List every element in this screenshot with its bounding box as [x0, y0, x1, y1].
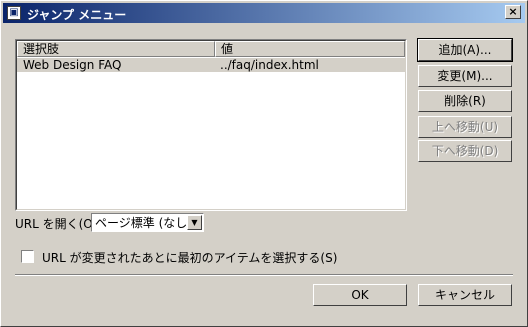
move-down-button[interactable]: 下へ移動(D)	[418, 140, 512, 162]
url-open-label: URL を開く(O):	[15, 217, 102, 231]
row-value: ../faq/index.html	[220, 58, 319, 72]
add-button[interactable]: 追加(A)...	[417, 38, 513, 62]
delete-button[interactable]: 削除(R)	[418, 90, 512, 112]
app-icon: ▣	[7, 6, 21, 20]
choices-list[interactable]: 選択肢 値 Web Design FAQ ../faq/index.html	[15, 39, 407, 211]
cancel-button[interactable]: キャンセル	[418, 284, 512, 306]
url-open-select[interactable]: ページ標準 (なし) ▼	[91, 213, 204, 232]
move-up-button[interactable]: 上へ移動(U)	[418, 116, 512, 138]
ok-button[interactable]: OK	[313, 284, 407, 306]
row-choice: Web Design FAQ	[23, 58, 122, 72]
select-first-item-label[interactable]: URL が変更されたあとに最初のアイテムを選択する(S)	[42, 249, 337, 266]
column-header-value[interactable]: 値	[215, 41, 405, 57]
title-bar[interactable]: ▣ ジャンプ メニュー ×	[3, 3, 525, 23]
url-open-selected: ページ標準 (なし)	[95, 216, 192, 230]
list-row[interactable]: Web Design FAQ ../faq/index.html	[17, 58, 405, 72]
close-button[interactable]: ×	[505, 5, 521, 19]
choices-list-frame: 選択肢 値 Web Design FAQ ../faq/index.html	[16, 40, 406, 210]
select-first-item-checkbox[interactable]	[21, 250, 34, 263]
separator	[15, 274, 513, 276]
change-button[interactable]: 変更(M)...	[418, 65, 512, 87]
column-header-choice[interactable]: 選択肢	[17, 41, 215, 57]
dropdown-arrow-icon[interactable]: ▼	[187, 215, 202, 230]
window-title: ジャンプ メニュー	[27, 8, 127, 22]
